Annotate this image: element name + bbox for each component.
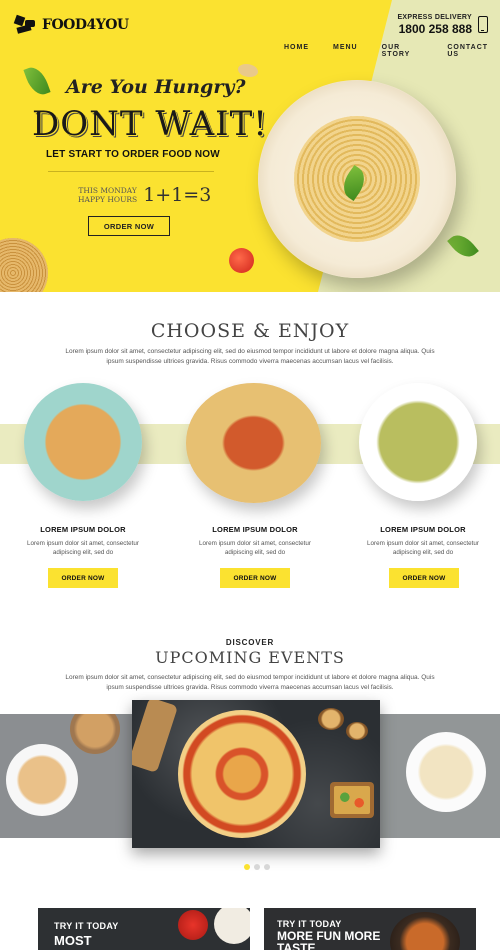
promo-headline-1: MOST	[54, 933, 92, 948]
card-text-1: Lorem ipsum dolor sit amet, consectetur …	[27, 540, 139, 556]
hero-title: DONT WAIT!	[32, 104, 268, 144]
nav-our-story[interactable]: OUR STORY	[382, 44, 430, 58]
hero-order-now-button[interactable]: ORDER NOW	[88, 216, 170, 236]
slider-dot-2[interactable]	[254, 864, 260, 870]
leaf-icon	[447, 229, 479, 263]
hero-subtitle: LET START TO ORDER FOOD NOW	[46, 149, 220, 160]
offer-text: 1+1=3	[143, 184, 212, 206]
slider-dot-3[interactable]	[264, 864, 270, 870]
logo-mark-icon	[13, 14, 39, 36]
hero-pasta-plate	[258, 80, 456, 278]
happy-line-2: HAPPY HOURS	[78, 195, 138, 204]
nav-menu[interactable]: MENU	[333, 44, 358, 58]
gallery-slide-active[interactable]	[132, 700, 380, 848]
events-section-title: UPCOMING EVENTS	[155, 648, 345, 667]
happy-line-1: THIS MONDAY	[78, 186, 137, 195]
pizza-image	[178, 710, 306, 838]
promo-card-2[interactable]: TRY IT TODAY MORE FUN MORE TASTE	[264, 908, 476, 950]
veggie-dish	[330, 782, 374, 818]
tomato-icon	[229, 248, 254, 273]
express-delivery: EXPRESS DELIVERY 1800 258 888	[397, 14, 488, 36]
hero-divider	[48, 171, 214, 172]
dish-image-1	[24, 383, 142, 501]
delivery-label: EXPRESS DELIVERY	[397, 14, 472, 21]
card-title-2: LOREM IPSUM DOLOR	[212, 525, 298, 534]
dish-image-2	[186, 383, 321, 503]
events-kicker: DISCOVER	[225, 638, 275, 647]
brand-logo[interactable]: FOOD4YOU	[13, 14, 129, 36]
nav-contact-us[interactable]: CONTACT US	[447, 44, 500, 58]
card-text-3: Lorem ipsum dolor sit amet, consectetur …	[367, 540, 479, 556]
choose-section-title: CHOOSE & ENJOY	[150, 320, 350, 342]
card-title-3: LOREM IPSUM DOLOR	[380, 525, 466, 534]
choose-section-description: Lorem ipsum dolor sit amet, consectetur …	[65, 348, 435, 365]
card-order-now-button-2[interactable]: ORDER NOW	[220, 568, 290, 588]
dish-image-3	[359, 383, 477, 501]
promo-card-1[interactable]: TRY IT TODAY MOST	[38, 908, 250, 950]
gallery-slide-next[interactable]	[380, 714, 500, 838]
nav-home[interactable]: HOME	[284, 44, 309, 58]
spoon-bowl	[346, 722, 368, 740]
promo-headline-2: MORE FUN MORE TASTE	[277, 929, 381, 950]
brand-name: FOOD4YOU	[42, 17, 129, 33]
slider-dots	[244, 864, 270, 870]
card-title-1: LOREM IPSUM DOLOR	[40, 525, 126, 534]
phone-icon	[478, 16, 488, 33]
gallery-slide-prev[interactable]	[0, 714, 132, 838]
promo-kicker-2: TRY IT TODAY	[277, 919, 342, 929]
card-text-2: Lorem ipsum dolor sit amet, consectetur …	[199, 540, 311, 556]
happy-hours-offer: THIS MONDAY HAPPY HOURS 1+1=3	[78, 184, 211, 206]
card-order-now-button-3[interactable]: ORDER NOW	[389, 568, 459, 588]
delivery-phone[interactable]: 1800 258 888	[397, 22, 472, 36]
spoon-bowl	[318, 708, 344, 730]
slider-dot-1[interactable]	[244, 864, 250, 870]
events-section-description: Lorem ipsum dolor sit amet, consectetur …	[65, 674, 435, 691]
hero-tagline: Are You Hungry?	[66, 76, 246, 98]
promo-kicker-1: TRY IT TODAY	[54, 921, 119, 931]
hero-section: FOOD4YOU EXPRESS DELIVERY 1800 258 888 H…	[0, 0, 500, 292]
main-nav: HOME MENU OUR STORY CONTACT US	[284, 44, 500, 58]
card-order-now-button-1[interactable]: ORDER NOW	[48, 568, 118, 588]
